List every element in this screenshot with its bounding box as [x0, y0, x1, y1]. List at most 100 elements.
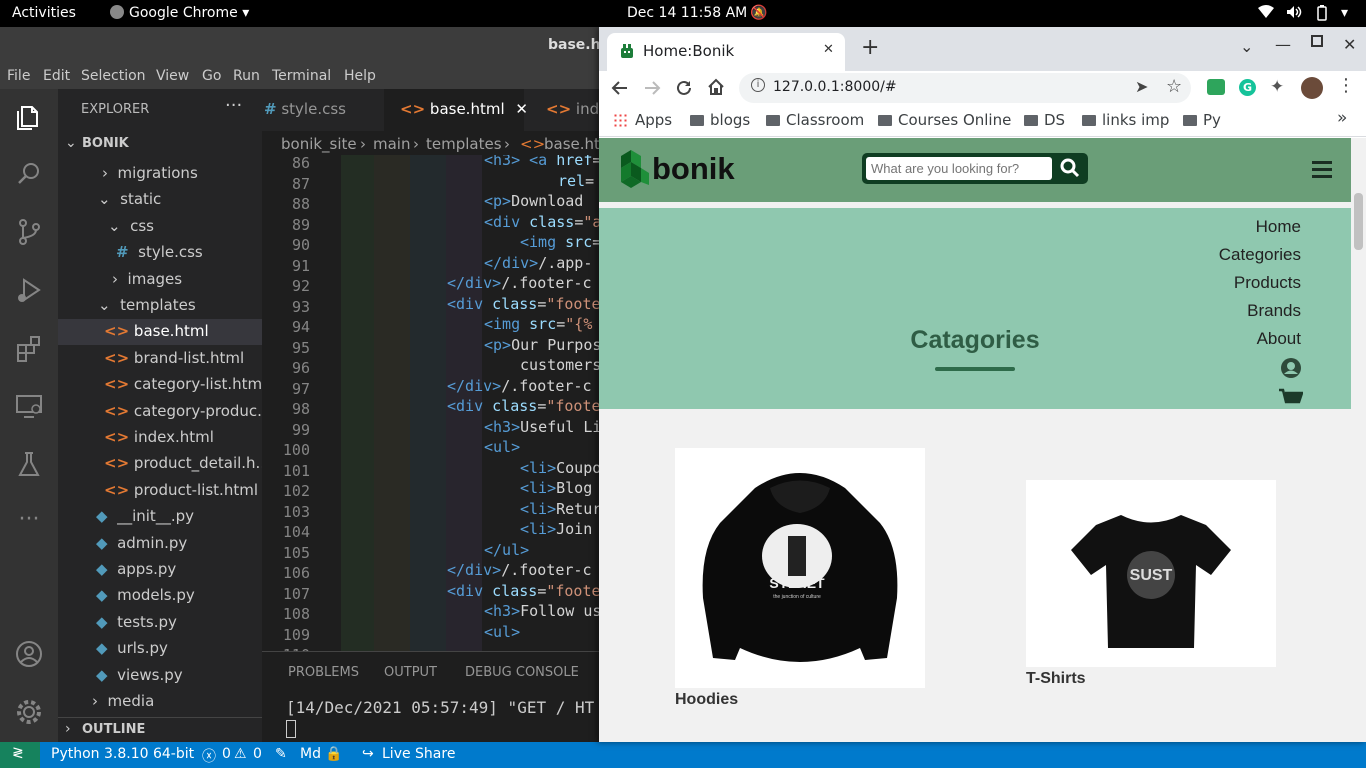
- run-debug-icon[interactable]: [14, 275, 44, 305]
- menu-terminal[interactable]: Terminal: [272, 68, 331, 84]
- bookmark-py[interactable]: Py: [1183, 111, 1221, 129]
- tree-item-product-detail[interactable]: <> product_detail.h...: [104, 454, 262, 472]
- more-bookmarks-button[interactable]: »: [1337, 108, 1347, 128]
- python-interpreter[interactable]: Python 3.8.10 64-bit: [51, 746, 194, 762]
- new-tab-button[interactable]: +: [861, 35, 879, 60]
- chrome-menu-icon[interactable]: ⋮: [1337, 75, 1355, 96]
- tree-item-category-list[interactable]: <> category-list.html: [104, 375, 262, 393]
- tree-item-index-html[interactable]: <> index.html: [104, 428, 214, 446]
- volume-icon[interactable]: [1286, 5, 1302, 23]
- tree-item-media[interactable]: › media: [92, 692, 154, 710]
- nav-home[interactable]: Home: [1256, 217, 1301, 237]
- close-tab-icon[interactable]: ✕: [823, 42, 834, 57]
- outline-section[interactable]: › OUTLINE: [58, 717, 262, 742]
- menu-help[interactable]: Help: [344, 68, 376, 84]
- info-icon[interactable]: i: [751, 78, 765, 92]
- reload-icon[interactable]: [675, 79, 693, 97]
- send-icon[interactable]: ➤: [1135, 77, 1148, 96]
- site-logo-text[interactable]: bonik: [652, 151, 735, 187]
- live-share-button[interactable]: Live Share: [382, 746, 455, 762]
- back-icon[interactable]: [611, 79, 629, 97]
- tree-item-init-py[interactable]: ◆ __init__.py: [96, 507, 194, 525]
- testing-icon[interactable]: [14, 449, 44, 479]
- menu-edit[interactable]: Edit: [43, 68, 70, 84]
- tree-item-tests-py[interactable]: ◆ tests.py: [96, 613, 177, 631]
- minimize-button[interactable]: —: [1275, 35, 1291, 54]
- cart-icon[interactable]: [1279, 388, 1303, 409]
- maximize-button[interactable]: [1311, 35, 1323, 47]
- errors-count[interactable]: 0: [222, 746, 231, 762]
- activities-button[interactable]: Activities: [12, 5, 76, 21]
- home-icon[interactable]: [707, 78, 725, 96]
- close-window-button[interactable]: ✕: [1343, 35, 1356, 54]
- category-card-image[interactable]: SUST: [1026, 480, 1276, 667]
- battery-icon[interactable]: [1316, 5, 1328, 25]
- site-search-input[interactable]: [866, 157, 1052, 180]
- menu-selection[interactable]: Selection: [81, 68, 146, 84]
- menu-file[interactable]: File: [7, 68, 30, 84]
- nav-products[interactable]: Products: [1234, 273, 1301, 293]
- bookmark-ds[interactable]: DS: [1024, 111, 1065, 129]
- nav-categories[interactable]: Categories: [1219, 245, 1301, 265]
- project-root[interactable]: ⌄ BONIK: [58, 133, 262, 157]
- search-icon[interactable]: [1060, 158, 1080, 178]
- tree-item-static[interactable]: ⌄ static: [98, 190, 161, 208]
- bookmark-apps[interactable]: Apps: [613, 111, 672, 129]
- clock[interactable]: Dec 14 11:58 AM: [627, 5, 747, 21]
- tree-item-templates[interactable]: ⌄ templates: [98, 296, 196, 314]
- tree-item-apps-py[interactable]: ◆ apps.py: [96, 560, 176, 578]
- tree-item-models-py[interactable]: ◆ models.py: [96, 586, 195, 604]
- extension-icon[interactable]: [1207, 79, 1225, 95]
- category-name-hoodies[interactable]: Hoodies: [675, 691, 738, 709]
- tab-style-css[interactable]: # style.css: [262, 89, 384, 131]
- grammarly-icon[interactable]: G: [1239, 79, 1256, 96]
- nav-about[interactable]: About: [1257, 329, 1301, 349]
- scrollbar-thumb[interactable]: [1354, 193, 1363, 250]
- wifi-icon[interactable]: [1258, 5, 1274, 23]
- breadcrumb-item[interactable]: bonik_site: [281, 135, 357, 153]
- tree-item-product-list[interactable]: <> product-list.html: [104, 481, 258, 499]
- chevron-down-icon[interactable]: ⌄: [1240, 37, 1253, 56]
- menu-go[interactable]: Go: [202, 68, 221, 84]
- tree-item-images[interactable]: › images: [112, 270, 182, 288]
- category-card-image[interactable]: SYLHET the junction of culture: [675, 448, 925, 688]
- tree-item-base-html[interactable]: <> base.html: [104, 322, 209, 340]
- tree-item-admin-py[interactable]: ◆ admin.py: [96, 534, 187, 552]
- extensions-icon[interactable]: [14, 333, 44, 363]
- address-bar[interactable]: i 127.0.0.1:8000/# ➤ ☆: [739, 73, 1191, 103]
- nav-brands[interactable]: Brands: [1247, 301, 1301, 321]
- panel-tab-debug-console[interactable]: DEBUG CONSOLE: [465, 665, 579, 680]
- app-menu[interactable]: Google Chrome ▾: [110, 5, 249, 21]
- tree-item-views-py[interactable]: ◆ views.py: [96, 666, 183, 684]
- forward-icon[interactable]: [643, 79, 661, 97]
- panel-tab-output[interactable]: OUTPUT: [384, 665, 437, 680]
- bookmark-blogs[interactable]: blogs: [690, 111, 750, 129]
- tree-item-migrations[interactable]: › migrations: [102, 164, 198, 182]
- system-menu-chevron-icon[interactable]: ▾: [1341, 5, 1348, 21]
- tab-index-html[interactable]: <> inde: [532, 89, 608, 131]
- tree-item-category-product[interactable]: <> category-produc...: [104, 402, 262, 420]
- account-icon[interactable]: [14, 639, 44, 669]
- code-view[interactable]: 86 87 88 89 90 91 92 93 94 95 96 97 98 99 100 101 102 103…: [262, 155, 600, 651]
- menu-view[interactable]: View: [156, 68, 189, 84]
- bookmark-links-imp[interactable]: links imp: [1082, 111, 1169, 129]
- tree-item-urls-py[interactable]: ◆ urls.py: [96, 639, 168, 657]
- search-icon[interactable]: [14, 159, 44, 189]
- breadcrumb-item[interactable]: base.ht: [544, 135, 600, 153]
- breadcrumb-item[interactable]: main: [373, 135, 410, 153]
- source-control-icon[interactable]: [14, 217, 44, 247]
- settings-gear-icon[interactable]: [14, 697, 44, 727]
- panel-tab-problems[interactable]: PROBLEMS: [288, 665, 359, 680]
- bookmark-star-icon[interactable]: ☆: [1166, 76, 1182, 97]
- user-account-icon[interactable]: [1281, 358, 1301, 378]
- more-icon[interactable]: ···: [14, 507, 44, 537]
- extensions-puzzle-icon[interactable]: ✦: [1270, 77, 1284, 97]
- explorer-more-button[interactable]: ···: [225, 95, 242, 116]
- warnings-count[interactable]: 0: [253, 746, 262, 762]
- remote-indicator[interactable]: ≷: [0, 742, 40, 768]
- tree-item-css[interactable]: ⌄ css: [108, 217, 154, 235]
- markdown-status[interactable]: Md: [300, 746, 321, 762]
- close-tab-icon[interactable]: ✕: [515, 100, 528, 118]
- menu-run[interactable]: Run: [233, 68, 260, 84]
- bonik-logo-icon[interactable]: [617, 148, 651, 188]
